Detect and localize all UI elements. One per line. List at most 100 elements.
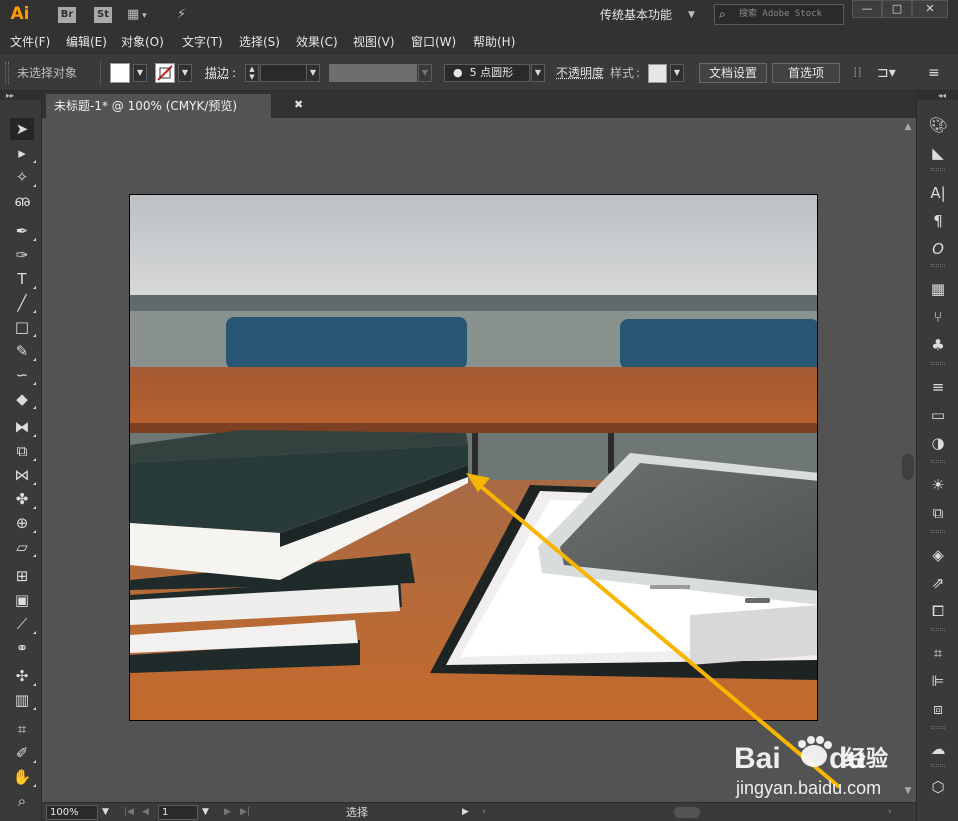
artboard[interactable] bbox=[129, 194, 818, 721]
symbols-panel-icon[interactable]: ♣ bbox=[926, 334, 950, 356]
artboard-tool-icon[interactable]: ⌗ bbox=[10, 718, 34, 740]
shaper-tool-icon[interactable]: ∽ bbox=[10, 364, 36, 386]
scroll-up-icon[interactable]: ▲ bbox=[902, 122, 914, 132]
tools-panel-header[interactable]: ▸▸ bbox=[0, 91, 42, 100]
appearance-panel-icon[interactable]: ☀ bbox=[926, 474, 950, 496]
menu-help[interactable]: 帮助(H) bbox=[473, 33, 515, 51]
graphic-styles-panel-icon[interactable]: ⧉ bbox=[926, 502, 950, 524]
panel-grip[interactable] bbox=[5, 62, 9, 84]
menu-effect[interactable]: 效果(C) bbox=[296, 33, 338, 51]
next-artboard-icon[interactable]: ▶ bbox=[224, 805, 231, 820]
placed-photo[interactable] bbox=[130, 195, 818, 721]
character-panel-icon[interactable]: A| bbox=[926, 182, 950, 204]
fill-swatch[interactable] bbox=[110, 63, 130, 83]
menu-type[interactable]: 文字(T) bbox=[182, 33, 223, 51]
artboards-panel-icon[interactable]: ⧠ bbox=[926, 600, 950, 622]
color-guide-icon[interactable]: ◣ bbox=[926, 142, 950, 164]
align-panel-icon[interactable]: ⊫ bbox=[926, 670, 950, 692]
line-tool-icon[interactable]: ╱ bbox=[10, 292, 36, 314]
preferences-button[interactable]: 首选项 bbox=[772, 63, 840, 83]
rectangle-tool-icon[interactable]: □ bbox=[10, 316, 36, 338]
stroke-dropdown[interactable]: ▼ bbox=[178, 64, 192, 82]
lasso-tool-icon[interactable]: ഌ bbox=[10, 190, 34, 212]
graphic-style-dropdown[interactable]: ▼ bbox=[670, 64, 684, 82]
direct-selection-tool-icon[interactable]: ▸ bbox=[10, 142, 36, 164]
stroke-weight-dropdown[interactable]: ▼ bbox=[306, 64, 320, 82]
first-artboard-icon[interactable]: |◀ bbox=[124, 805, 134, 820]
fill-dropdown[interactable]: ▼ bbox=[133, 64, 147, 82]
transform-icon[interactable]: ⊐▾ bbox=[877, 64, 896, 82]
artboard-number-input[interactable]: 1 bbox=[158, 805, 198, 820]
graphic-style-swatch[interactable] bbox=[648, 64, 667, 83]
selection-tool-icon[interactable]: ➤ bbox=[10, 118, 34, 140]
document-tab[interactable]: 未标题-1* @ 100% (CMYK/预览) bbox=[46, 94, 271, 118]
gradient-panel-icon[interactable]: ▭ bbox=[926, 404, 950, 426]
blend-tool-icon[interactable]: ⚭ bbox=[10, 637, 34, 659]
swatches-panel-icon[interactable]: ▦ bbox=[926, 278, 950, 300]
puppet-warp-tool-icon[interactable]: ✤ bbox=[10, 488, 36, 510]
gpu-performance-icon[interactable]: ⚡ bbox=[177, 6, 186, 24]
curvature-tool-icon[interactable]: ✑ bbox=[10, 244, 34, 266]
menu-edit[interactable]: 编辑(E) bbox=[66, 33, 107, 51]
stroke-panel-icon[interactable]: ≡ bbox=[926, 376, 950, 398]
hand-tool-icon[interactable]: ✋ bbox=[10, 766, 36, 788]
opentype-panel-icon[interactable]: O bbox=[926, 238, 950, 260]
paintbrush-tool-icon[interactable]: ✎ bbox=[10, 340, 36, 362]
opacity-label[interactable]: 不透明度 bbox=[556, 64, 604, 82]
bridge-button[interactable]: Br bbox=[58, 7, 76, 23]
pathfinder-panel-icon[interactable]: ⧈ bbox=[926, 698, 950, 720]
transform-panel-icon[interactable]: ⌗ bbox=[926, 642, 950, 664]
dock-header[interactable]: ◂◂ bbox=[916, 91, 958, 100]
zoom-level-input[interactable]: 100% bbox=[46, 805, 98, 820]
align-icon[interactable]: ⁞⁞ bbox=[853, 64, 862, 82]
adobe-stock-search-input[interactable]: ⌕ 搜索 Adobe Stock bbox=[714, 4, 844, 25]
scroll-left-icon[interactable]: ‹ bbox=[482, 805, 486, 820]
profile-dropdown[interactable]: ▼ bbox=[418, 64, 432, 82]
stroke-weight-input[interactable] bbox=[260, 64, 308, 82]
shape-builder-tool-icon[interactable]: ⊕ bbox=[10, 512, 36, 534]
gradient-tool-icon[interactable]: ▣ bbox=[10, 589, 34, 611]
chevron-down-icon[interactable]: ▼ bbox=[688, 6, 695, 24]
menu-object[interactable]: 对象(O) bbox=[121, 33, 164, 51]
brushes-panel-icon[interactable]: ⑂ bbox=[926, 306, 950, 328]
scroll-thumb[interactable] bbox=[902, 454, 914, 480]
stroke-weight-stepper[interactable]: ▲ ▼ bbox=[245, 64, 259, 82]
reflect-tool-icon[interactable]: ⧓ bbox=[10, 416, 36, 438]
close-tab-icon[interactable]: ✖ bbox=[294, 99, 303, 111]
symbol-sprayer-tool-icon[interactable]: ✣ bbox=[10, 665, 36, 687]
paragraph-panel-icon[interactable]: ¶ bbox=[926, 210, 950, 232]
perspective-grid-tool-icon[interactable]: ▱ bbox=[10, 536, 36, 558]
slice-tool-icon[interactable]: ✐ bbox=[10, 742, 36, 764]
brush-definition[interactable]: ● 5 点圆形 bbox=[444, 64, 530, 82]
previous-artboard-icon[interactable]: ◀ bbox=[142, 805, 149, 820]
libraries-panel-icon[interactable]: ☁ bbox=[926, 738, 950, 760]
vertical-scrollbar[interactable]: ▲ ▼ bbox=[900, 118, 916, 802]
transparency-panel-icon[interactable]: ◑ bbox=[926, 432, 950, 454]
eyedropper-tool-icon[interactable]: ⟋ bbox=[10, 613, 36, 635]
brush-dropdown[interactable]: ▼ bbox=[531, 64, 545, 82]
color-panel-icon[interactable]: 🎨︎ bbox=[926, 114, 950, 136]
close-window-button[interactable]: ✕ bbox=[912, 0, 948, 18]
menu-select[interactable]: 选择(S) bbox=[239, 33, 280, 51]
expand-icon[interactable]: ◂◂ bbox=[938, 91, 946, 100]
minimize-button[interactable]: — bbox=[852, 0, 882, 18]
status-menu-icon[interactable]: ▶ bbox=[462, 805, 469, 820]
menu-file[interactable]: 文件(F) bbox=[10, 33, 50, 51]
canvas-area[interactable] bbox=[42, 118, 900, 802]
width-tool-icon[interactable]: ⋈ bbox=[10, 464, 36, 486]
scroll-right-icon[interactable]: › bbox=[888, 805, 892, 820]
arrange-documents-icon[interactable]: ▦ ▾ bbox=[127, 6, 147, 24]
pen-tool-icon[interactable]: ✒ bbox=[10, 220, 36, 242]
menu-view[interactable]: 视图(V) bbox=[353, 33, 395, 51]
column-graph-tool-icon[interactable]: ▥ bbox=[10, 689, 36, 711]
type-tool-icon[interactable]: T bbox=[10, 268, 36, 290]
maximize-button[interactable]: □ bbox=[882, 0, 912, 18]
scale-tool-icon[interactable]: ⧉ bbox=[10, 440, 36, 462]
scroll-down-icon[interactable]: ▼ bbox=[902, 786, 914, 796]
stock-button[interactable]: St bbox=[94, 7, 112, 23]
magic-wand-tool-icon[interactable]: ✧ bbox=[10, 166, 36, 188]
stroke-label[interactable]: 描边 bbox=[205, 64, 229, 82]
mesh-tool-icon[interactable]: ⊞ bbox=[10, 565, 34, 587]
panel-menu-icon[interactable]: ≡ bbox=[928, 64, 940, 82]
collapse-icon[interactable]: ▸▸ bbox=[6, 91, 14, 100]
